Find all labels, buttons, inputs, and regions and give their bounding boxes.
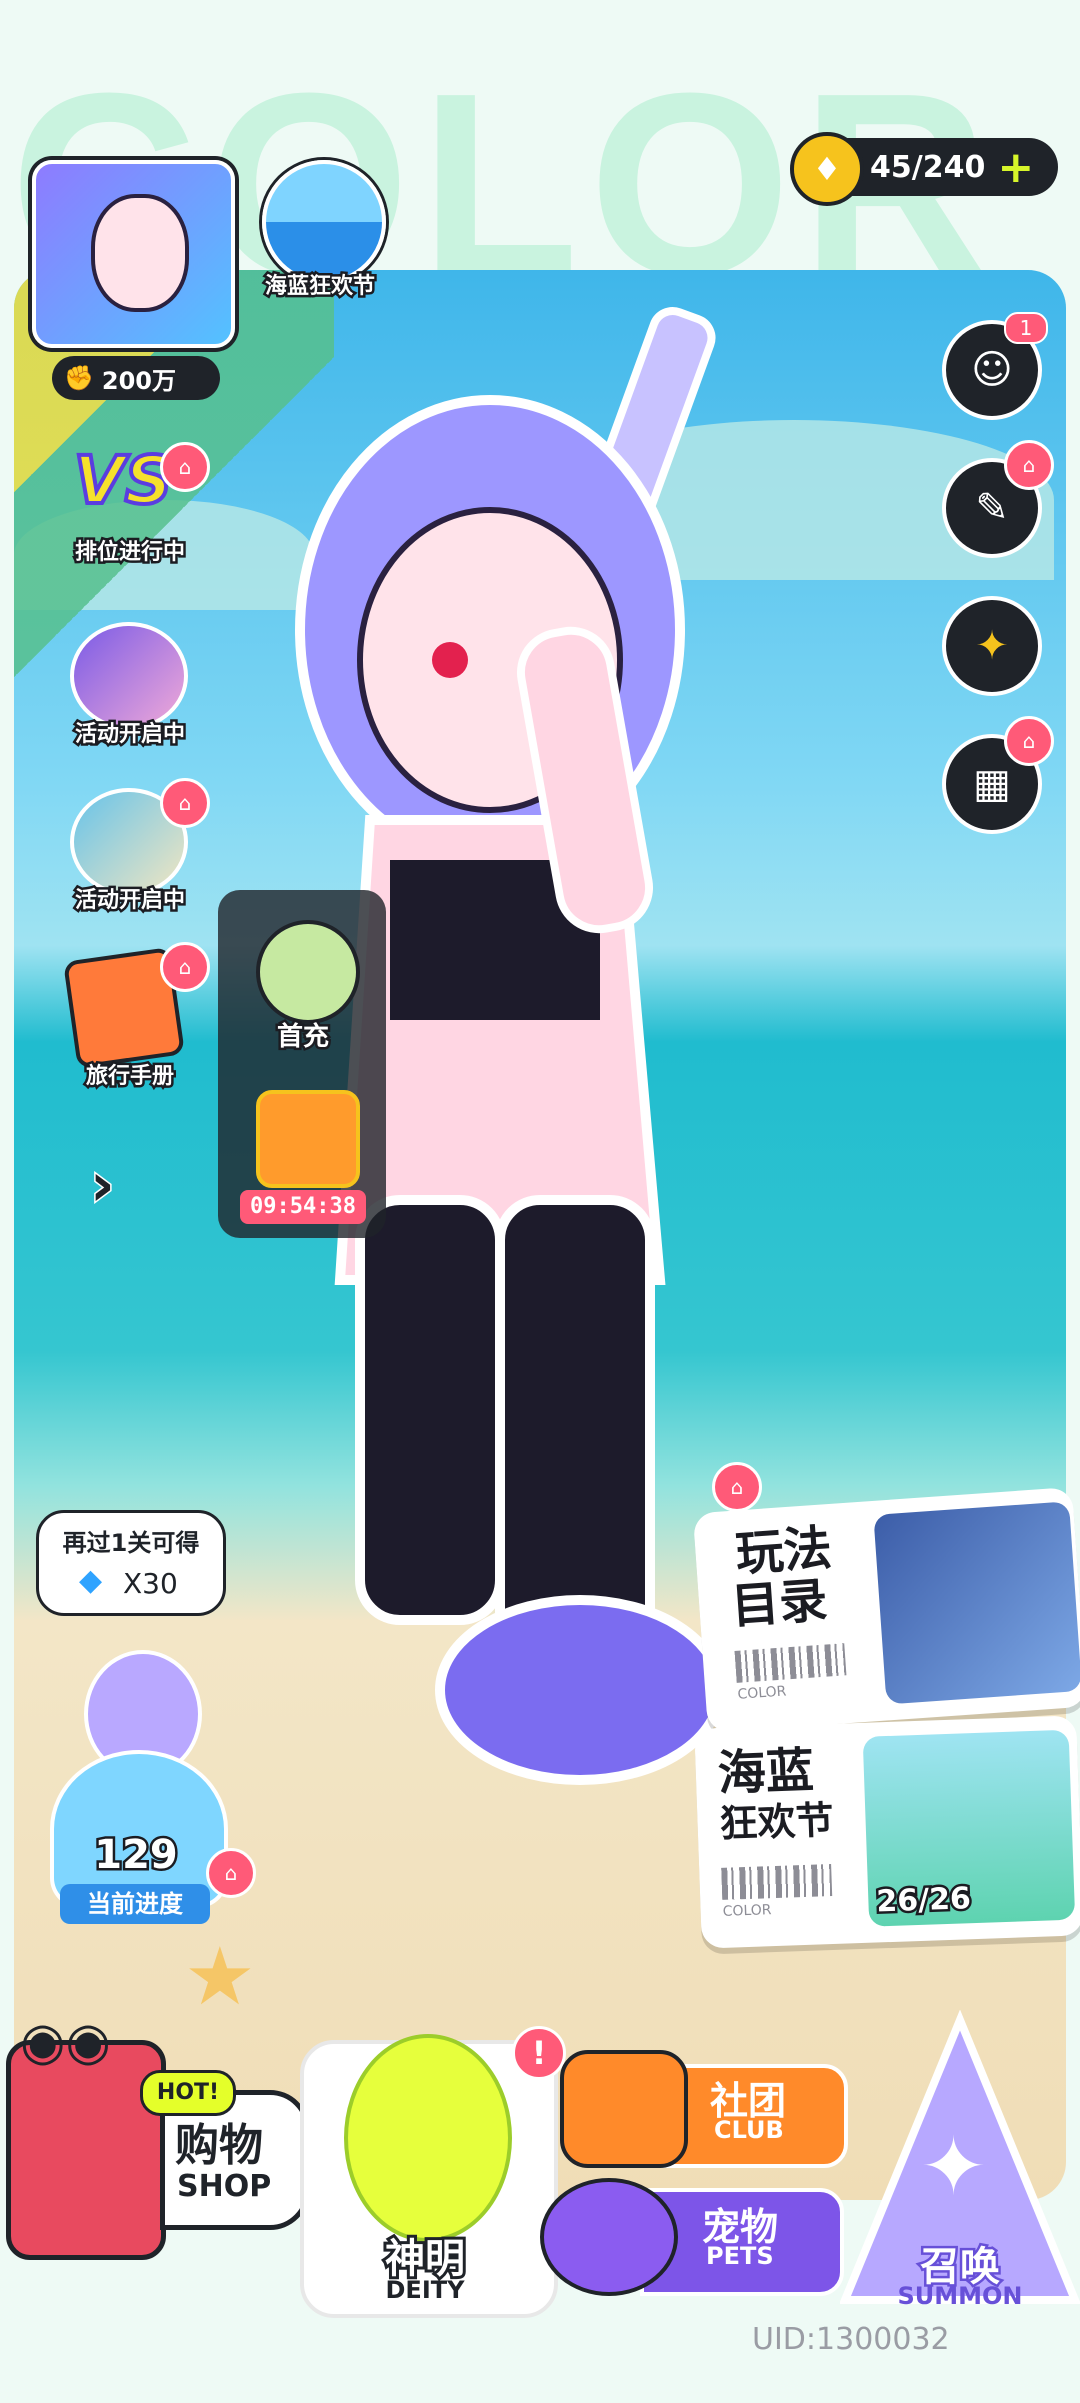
add-currency-button[interactable]: + <box>997 142 1034 193</box>
checklist-icon: ✎ <box>975 485 1009 531</box>
shop-label-cn: 购物 <box>175 2120 263 2171</box>
hot-badge: HOT! <box>140 2070 236 2116</box>
deity-alert-badge: ! <box>512 2026 566 2080</box>
summon-label-en: SUMMON <box>897 2282 1023 2310</box>
gameplay-preview-image <box>873 1501 1080 1705</box>
ranked-button[interactable]: VS ⌂ 排位进行中 <box>50 430 210 580</box>
deity-character-icon <box>344 2034 512 2242</box>
gift-icon: ⌂ <box>206 1848 256 1898</box>
pig-icon: ☺ <box>971 347 1013 393</box>
fist-icon: ✊ <box>64 364 94 392</box>
power-value: 200万 <box>101 366 176 395</box>
gift-icon: ⌂ <box>1004 716 1054 766</box>
pets-button[interactable]: 宠物 PETS <box>540 2178 844 2298</box>
progress-reward-bubble: 再过1关可得 ◆ X30 <box>36 1510 226 1616</box>
summon-star-icon: ✦ <box>920 2120 988 2213</box>
card-brand: COLOR <box>736 1683 787 1703</box>
promo-panel: 首充 09:54:38 <box>218 890 386 1238</box>
vending-machine-icon <box>6 2040 166 2260</box>
progress-label: 当前进度 <box>60 1884 210 1924</box>
gift-icon: ⌂ <box>1004 440 1054 490</box>
gameplay-catalog-card[interactable]: 玩法 目录 COLOR <box>692 1487 1080 1733</box>
event-button-2[interactable]: ⌂ 活动开启中 <box>50 778 210 928</box>
pet-slime-icon <box>540 2178 678 2296</box>
club-button[interactable]: 社团 CLUB <box>560 2050 848 2170</box>
event-button-1[interactable]: 活动开启中 <box>50 612 200 762</box>
festival-progress: 26/26 <box>873 1879 974 1922</box>
avatar-face <box>91 194 189 312</box>
event-icon <box>70 622 188 730</box>
first-charge-label: 首充 <box>274 1020 331 1055</box>
machine-eyes-icon: ◉◉ <box>20 2012 111 2072</box>
festival-title-1: 海蓝 <box>716 1742 815 1802</box>
gift-icon: ⌂ <box>160 942 210 992</box>
beach-event-icon <box>262 160 386 284</box>
event-badge[interactable]: 海蓝狂欢节 <box>250 160 390 302</box>
current-progress-button[interactable]: 129 当前进度 ⌂ <box>36 1640 256 1930</box>
achievement-button[interactable]: ✦ <box>942 596 1042 696</box>
club-label-en: CLUB <box>714 2116 784 2144</box>
reward-amount: X30 <box>123 1567 178 1600</box>
expand-arrow-icon[interactable]: › <box>89 1149 140 1222</box>
deity-label-en: DEITY <box>385 2276 465 2304</box>
event-badge-label: 海蓝狂欢节 <box>262 272 377 302</box>
shop-label-en: SHOP <box>177 2169 272 2204</box>
currency-bar[interactable]: ♦ 45/240 + <box>790 132 1058 206</box>
power-badge: ✊ 200万 <box>52 356 220 400</box>
festival-event-card[interactable]: 海蓝 狂欢节 COLOR 26/26 <box>694 1715 1080 1949</box>
gameplay-title-2: 目录 <box>729 1572 830 1635</box>
player-avatar[interactable] <box>32 160 235 348</box>
event-label-2: 活动开启中 <box>72 886 187 916</box>
vs-icon: VS <box>72 440 175 521</box>
first-charge-avatar <box>256 920 360 1024</box>
travel-handbook-label: 旅行手册 <box>83 1062 176 1092</box>
summon-button[interactable]: ✦ 召唤 SUMMON <box>839 2009 1080 2310</box>
diamond-icon: ◆ <box>79 1563 103 1598</box>
offer-timer: 09:54:38 <box>240 1190 366 1224</box>
currency-value: 45/240 <box>870 149 986 185</box>
progress-hint: 再过1关可得 <box>62 1529 200 1557</box>
festival-title-2: 狂欢节 <box>718 1797 835 1846</box>
trumpet-icon: ✦ <box>975 623 1009 669</box>
shop-button[interactable]: ◉◉ 购物 SHOP HOT! <box>0 2000 310 2260</box>
first-charge-button[interactable]: 首充 <box>248 920 360 1055</box>
travel-handbook-button[interactable]: ⌂ 旅行手册 <box>50 942 210 1092</box>
club-bag-icon <box>560 2050 688 2168</box>
gift-icon: ⌂ <box>712 1462 762 1512</box>
user-id: UID:1300032 <box>752 2322 950 2357</box>
card-brand: COLOR <box>722 1902 772 1920</box>
gift-bag-icon <box>256 1090 360 1188</box>
ranked-label: 排位进行中 <box>72 538 187 568</box>
notification-badge: 1 <box>1004 312 1048 344</box>
event-label-1: 活动开启中 <box>72 720 187 750</box>
grid-icon: ▦ <box>973 761 1011 807</box>
energy-coin-icon: ♦ <box>790 132 864 206</box>
barcode-icon <box>734 1643 847 1683</box>
timed-offer-button[interactable]: 09:54:38 <box>240 1090 366 1230</box>
barcode-icon <box>721 1864 833 1900</box>
progress-level: 129 <box>92 1830 181 1881</box>
gift-icon: ⌂ <box>160 442 210 492</box>
pets-label-en: PETS <box>706 2242 774 2270</box>
gift-icon: ⌂ <box>160 778 210 828</box>
